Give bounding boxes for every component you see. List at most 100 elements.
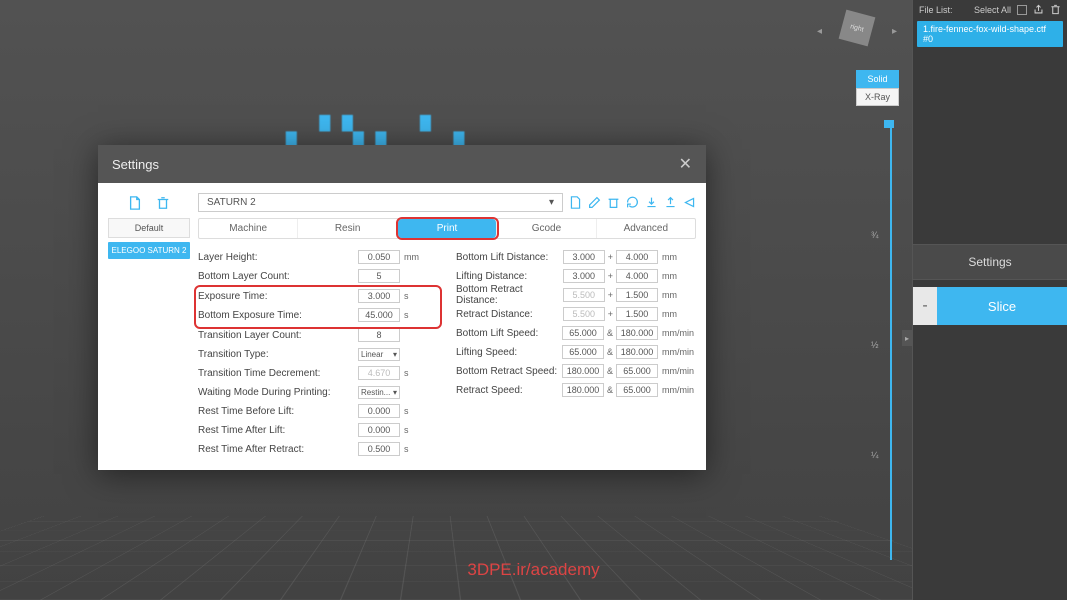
layer-height-input[interactable]	[358, 250, 400, 264]
modal-title: Settings	[112, 157, 159, 172]
rest-after-retract-input[interactable]	[358, 442, 400, 456]
bottom-lift-distance-label: Bottom Lift Distance:	[456, 252, 563, 263]
bottom-lift-speed-input-1[interactable]	[562, 326, 604, 340]
delete-preset-icon[interactable]	[156, 196, 170, 210]
retract-distance-input-2[interactable]	[616, 307, 658, 321]
bottom-lift-distance-input-1[interactable]	[563, 250, 605, 264]
waiting-mode-dropdown[interactable]: Restin...▾	[358, 386, 400, 399]
unit: mm	[400, 252, 438, 262]
cube-rotate-right-icon[interactable]: ▸	[892, 26, 897, 37]
layer-height-label: Layer Height:	[198, 252, 358, 263]
rest-after-retract-label: Rest Time After Retract:	[198, 444, 358, 455]
settings-tabs: Machine Resin Print Gcode Advanced	[198, 218, 696, 239]
bottom-layer-count-input[interactable]	[358, 269, 400, 283]
lifting-distance-input-1[interactable]	[563, 269, 605, 283]
unit: s	[400, 444, 438, 454]
retract-speed-input-1[interactable]	[562, 383, 604, 397]
chevron-down-icon: ▾	[393, 350, 397, 359]
retract-distance-label: Retract Distance:	[456, 309, 563, 320]
profile-selected: SATURN 2	[207, 197, 256, 208]
slider-handle[interactable]	[884, 120, 894, 128]
settings-panel-button[interactable]: Settings	[913, 244, 1067, 280]
transition-type-dropdown[interactable]: Linear▾	[358, 348, 400, 361]
bottom-retract-speed-input-1[interactable]	[562, 364, 604, 378]
bottom-layer-count-label: Bottom Layer Count:	[198, 271, 358, 282]
exposure-time-label: Exposure Time:	[198, 291, 358, 302]
transition-time-decrement-label: Transition Time Decrement:	[198, 368, 358, 379]
tab-advanced[interactable]: Advanced	[597, 219, 695, 238]
chevron-down-icon: ▾	[549, 197, 554, 208]
panel-collapse-handle[interactable]: ▸	[902, 330, 912, 346]
new-profile-icon[interactable]	[569, 196, 582, 209]
view-xray-button[interactable]: X-Ray	[856, 88, 899, 106]
delete-profile-icon[interactable]	[607, 196, 620, 209]
delete-icon[interactable]	[1050, 4, 1061, 15]
profile-dropdown[interactable]: SATURN 2 ▾	[198, 193, 563, 212]
bottom-lift-speed-label: Bottom Lift Speed:	[456, 328, 562, 339]
export-profile-icon[interactable]	[664, 196, 677, 209]
select-all-checkbox[interactable]	[1017, 5, 1027, 15]
bottom-lift-distance-input-2[interactable]	[616, 250, 658, 264]
bottom-retract-distance-input-1[interactable]	[563, 288, 605, 302]
unit: s	[400, 310, 438, 320]
rest-after-lift-label: Rest Time After Lift:	[198, 425, 358, 436]
watermark: 3DPE.ir/academy	[467, 560, 599, 580]
ruler-mark: ½	[871, 340, 879, 350]
bottom-lift-speed-input-2[interactable]	[616, 326, 658, 340]
chevron-down-icon: ▾	[393, 388, 397, 397]
file-list-label: File List:	[919, 5, 953, 15]
layer-slider[interactable]: ¾ ½ ¼	[881, 120, 899, 560]
rest-before-lift-input[interactable]	[358, 404, 400, 418]
cube-face[interactable]: right	[839, 10, 876, 47]
bottom-retract-speed-input-2[interactable]	[616, 364, 658, 378]
edit-profile-icon[interactable]	[588, 196, 601, 209]
close-icon[interactable]: ✕	[679, 154, 692, 174]
lifting-distance-input-2[interactable]	[616, 269, 658, 283]
cube-rotate-left-icon[interactable]: ◂	[817, 26, 822, 37]
tab-resin[interactable]: Resin	[298, 219, 397, 238]
ruler-mark: ¼	[871, 450, 879, 460]
ruler-mark: ¾	[871, 230, 879, 240]
bottom-retract-speed-label: Bottom Retract Speed:	[456, 366, 562, 377]
file-list-item[interactable]: 1.fire-fennec-fox-wild-shape.ctf #0	[917, 21, 1063, 47]
new-preset-icon[interactable]	[128, 196, 142, 210]
settings-modal: Settings ✕ Default ELEGOO SATURN 2 SATUR…	[98, 145, 706, 470]
retract-distance-input-1[interactable]	[563, 307, 605, 321]
select-all-label: Select All	[974, 5, 1011, 15]
orientation-cube[interactable]: ◂ right ▸	[817, 8, 897, 58]
unit: s	[400, 291, 438, 301]
slice-button[interactable]: Slice	[937, 287, 1067, 325]
share-icon[interactable]	[683, 196, 696, 209]
tab-print[interactable]: Print	[398, 219, 497, 238]
model-silhouette: ▗▝▚▖▝▗	[275, 115, 476, 148]
right-panel: File List: Select All 1.fire-fennec-fox-…	[912, 0, 1067, 600]
lifting-speed-input-2[interactable]	[616, 345, 658, 359]
transition-type-label: Transition Type:	[198, 349, 358, 360]
refresh-icon[interactable]	[626, 196, 639, 209]
export-icon[interactable]	[1033, 4, 1044, 15]
unit: s	[400, 425, 438, 435]
lifting-speed-input-1[interactable]	[562, 345, 604, 359]
bottom-exposure-time-label: Bottom Exposure Time:	[198, 310, 358, 321]
collapse-button[interactable]: -	[913, 287, 937, 325]
bottom-exposure-time-input[interactable]	[358, 308, 400, 322]
retract-speed-label: Retract Speed:	[456, 385, 562, 396]
view-solid-button[interactable]: Solid	[856, 70, 899, 88]
tab-gcode[interactable]: Gcode	[497, 219, 596, 238]
preset-item[interactable]: ELEGOO SATURN 2	[108, 242, 190, 259]
rest-after-lift-input[interactable]	[358, 423, 400, 437]
default-preset-button[interactable]: Default	[108, 218, 190, 238]
tab-machine[interactable]: Machine	[199, 219, 298, 238]
transition-time-decrement-input[interactable]	[358, 366, 400, 380]
lifting-speed-label: Lifting Speed:	[456, 347, 562, 358]
import-icon[interactable]	[645, 196, 658, 209]
waiting-mode-label: Waiting Mode During Printing:	[198, 387, 358, 398]
exposure-time-input[interactable]	[358, 289, 400, 303]
unit: s	[400, 406, 438, 416]
bottom-retract-distance-input-2[interactable]	[616, 288, 658, 302]
transition-layer-count-input[interactable]	[358, 328, 400, 342]
retract-speed-input-2[interactable]	[616, 383, 658, 397]
ground-grid	[0, 516, 1067, 600]
file-list-header: File List: Select All	[913, 0, 1067, 19]
rest-before-lift-label: Rest Time Before Lift:	[198, 406, 358, 417]
